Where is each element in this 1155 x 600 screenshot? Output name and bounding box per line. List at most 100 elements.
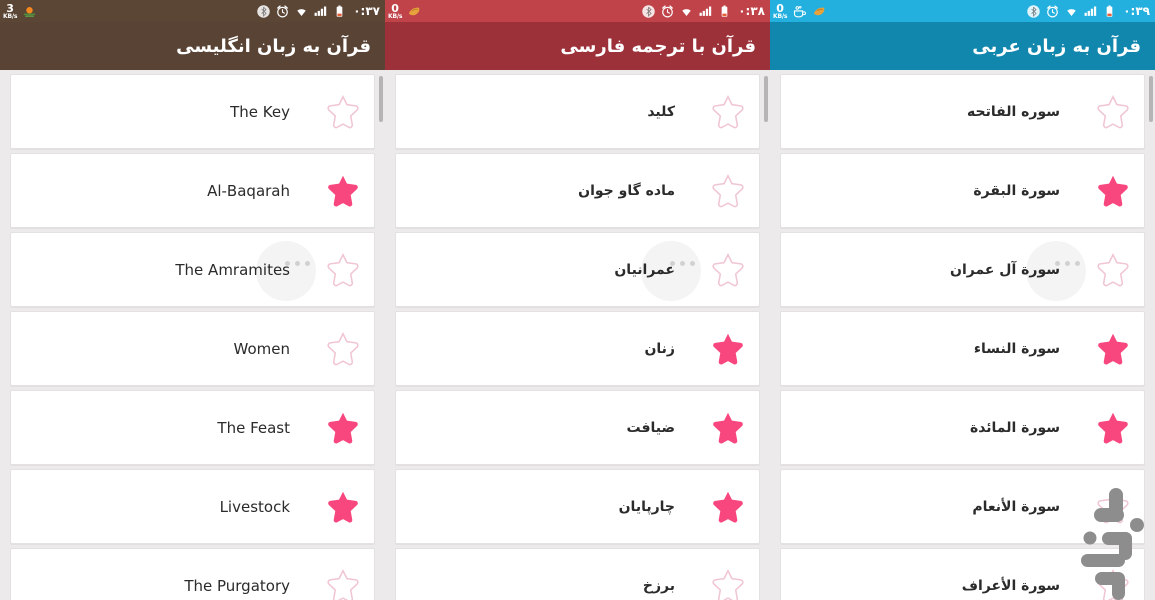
list-item-label: سورة النساء (973, 340, 1060, 357)
list-item[interactable]: The Feast (10, 390, 375, 465)
list-item[interactable]: سورة البقرة (780, 153, 1145, 228)
status-bar-left: 3 KB/s (3, 3, 37, 20)
signal-bars-icon (1083, 4, 1098, 19)
star-outline-icon[interactable] (312, 331, 374, 367)
network-speed-unit: KB/s (3, 12, 18, 20)
star-outline-icon[interactable] (1082, 252, 1144, 288)
star-outline-icon[interactable] (697, 94, 759, 130)
list-item-label: سورة الأعراف (961, 577, 1060, 594)
network-speed-value: 3 (6, 1, 14, 15)
star-filled-icon[interactable] (697, 331, 759, 367)
star-outline-icon[interactable] (697, 173, 759, 209)
screen-persian: 0 KB/s ۰:۳۸ قرآن با ترجمه فارسی کلید ماده گاو… (385, 0, 770, 600)
network-speed-indicator: 0 KB/s (388, 3, 402, 20)
status-bar-right: ۰:۳۷ (256, 4, 380, 19)
bird-icon (407, 4, 422, 19)
list-item-label: چارپایان (618, 498, 675, 515)
star-filled-icon[interactable] (697, 489, 759, 525)
wifi-icon (679, 4, 694, 19)
star-filled-icon[interactable] (1082, 410, 1144, 446)
touch-ripple (1026, 241, 1086, 301)
list-item-label: برزخ (642, 577, 675, 594)
list-item[interactable]: The Purgatory (10, 548, 375, 600)
surah-list: کلید ماده گاو جوان عمرانیان زنان ضیافت چارپای… (385, 74, 770, 600)
star-filled-icon[interactable] (697, 410, 759, 446)
star-filled-icon[interactable] (312, 173, 374, 209)
star-filled-icon[interactable] (1082, 173, 1144, 209)
list-item[interactable]: سورة الأنعام (780, 469, 1145, 544)
status-bar-right: ۰:۳۹ (1026, 4, 1150, 19)
list-item[interactable]: Al‑Baqarah (10, 153, 375, 228)
list-item-label: کلید (647, 103, 675, 120)
list-item-label: Women (233, 339, 290, 358)
app-bar-title: قرآن به زبان عربی (972, 35, 1141, 57)
surah-list: The Key Al‑Baqarah The Amramites Women The F… (0, 74, 385, 600)
list-item-label: The Purgatory (184, 576, 290, 595)
list-item[interactable]: سورة الأعراف (780, 548, 1145, 600)
bluetooth-icon (256, 4, 271, 19)
star-outline-icon[interactable] (312, 94, 374, 130)
touch-ripple (256, 241, 316, 301)
screen-english: 3 KB/s ۰:۳۷ قرآن به زبان انگلیسی The Key Al‑B… (0, 0, 385, 600)
list-item[interactable]: سوره الفاتحه (780, 74, 1145, 149)
status-bar-left: 0 KB/s (388, 3, 422, 20)
star-outline-icon[interactable] (1082, 568, 1144, 600)
star-outline-icon[interactable] (1082, 489, 1144, 525)
app-bar: قرآن به زبان عربی (770, 22, 1155, 70)
list-item-label: سورة الأنعام (972, 498, 1060, 515)
app-bar-title: قرآن با ترجمه فارسی (560, 35, 756, 57)
list-item[interactable]: سورة آل عمران (780, 232, 1145, 307)
scrollbar-thumb[interactable] (764, 76, 768, 122)
list-item[interactable]: Women (10, 311, 375, 386)
list-item[interactable]: زنان (395, 311, 760, 386)
surah-list-container[interactable]: سوره الفاتحه سورة البقرة سورة آل عمران سورة… (770, 70, 1155, 600)
star-outline-icon[interactable] (697, 568, 759, 600)
signal-bars-icon (313, 4, 328, 19)
wifi-icon (1064, 4, 1079, 19)
star-filled-icon[interactable] (312, 410, 374, 446)
loading-dots-icon (670, 261, 695, 266)
list-item[interactable]: The Key (10, 74, 375, 149)
touch-ripple (641, 241, 701, 301)
network-speed-unit: KB/s (388, 12, 403, 20)
bluetooth-icon (641, 4, 656, 19)
battery-icon (1102, 4, 1117, 19)
star-outline-icon[interactable] (312, 252, 374, 288)
scrollbar-thumb[interactable] (1149, 76, 1153, 122)
list-item-label: ماده گاو جوان (578, 182, 675, 199)
wifi-icon (294, 4, 309, 19)
list-item-label: The Feast (217, 418, 290, 437)
network-speed-indicator: 0 KB/s (773, 3, 787, 20)
scrollbar-thumb[interactable] (379, 76, 383, 122)
star-outline-icon[interactable] (1082, 94, 1144, 130)
network-speed-indicator: 3 KB/s (3, 3, 17, 20)
list-item[interactable]: سورة المائدة (780, 390, 1145, 465)
status-bar-clock: ۰:۳۸ (738, 4, 765, 18)
scrollbar[interactable] (764, 70, 768, 600)
network-speed-unit: KB/s (773, 12, 788, 20)
star-outline-icon[interactable] (697, 252, 759, 288)
list-item[interactable]: عمرانیان (395, 232, 760, 307)
status-bar-clock: ۰:۳۷ (353, 4, 380, 18)
list-item[interactable]: سورة النساء (780, 311, 1145, 386)
list-item[interactable]: The Amramites (10, 232, 375, 307)
star-filled-icon[interactable] (312, 489, 374, 525)
signal-bars-icon (698, 4, 713, 19)
list-item[interactable]: برزخ (395, 548, 760, 600)
scrollbar[interactable] (1149, 70, 1153, 600)
status-bar: 3 KB/s ۰:۳۷ (0, 0, 385, 22)
list-item[interactable]: ضیافت (395, 390, 760, 465)
star-outline-icon[interactable] (312, 568, 374, 600)
list-item[interactable]: Livestock (10, 469, 375, 544)
list-item[interactable]: کلید (395, 74, 760, 149)
surah-list-container[interactable]: The Key Al‑Baqarah The Amramites Women The F… (0, 70, 385, 600)
app-bar: قرآن به زبان انگلیسی (0, 22, 385, 70)
list-item-label: سوره الفاتحه (967, 103, 1060, 120)
list-item[interactable]: چارپایان (395, 469, 760, 544)
alarm-clock-icon (660, 4, 675, 19)
scrollbar[interactable] (379, 70, 383, 600)
star-filled-icon[interactable] (1082, 331, 1144, 367)
bird-icon (812, 4, 827, 19)
list-item[interactable]: ماده گاو جوان (395, 153, 760, 228)
surah-list-container[interactable]: کلید ماده گاو جوان عمرانیان زنان ضیافت چارپای… (385, 70, 770, 600)
